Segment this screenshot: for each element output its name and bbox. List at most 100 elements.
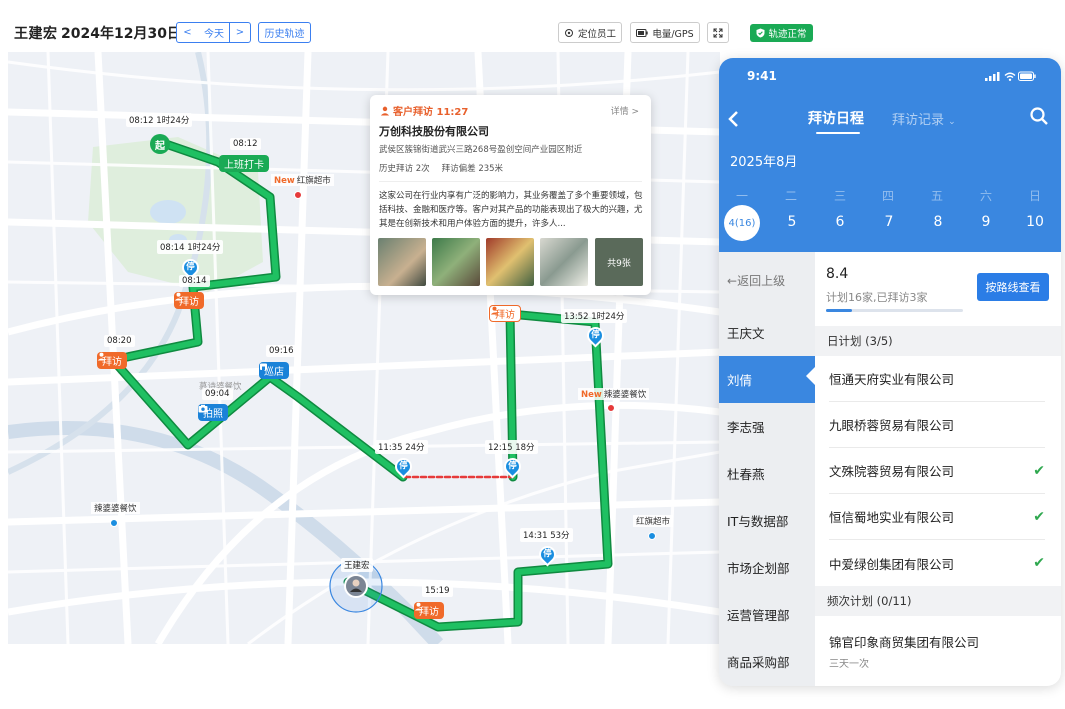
- tab-visit-records[interactable]: 拜访记录 ⌄: [892, 109, 956, 128]
- stop-1-label: 08:14 1时24分: [157, 240, 224, 254]
- view-by-route-button[interactable]: 按路线查看: [977, 273, 1049, 301]
- clock-in-marker[interactable]: 上班打卡: [219, 155, 269, 172]
- calendar-day-selected[interactable]: 4(16): [724, 205, 760, 241]
- battery-icon: [636, 28, 649, 37]
- plan-progress-bar: [826, 309, 963, 312]
- visit-1-time-label: 08:14: [179, 275, 210, 287]
- tab-indicator: [816, 132, 860, 134]
- frequency-plan-header: 频次计划 (0/11): [815, 586, 1061, 616]
- tab-visit-schedule[interactable]: 拜访日程: [808, 108, 864, 128]
- schedule-content: 8.4 计划16家,已拜访3家 按路线查看 日计划 (3/5) 恒通天府实业有限…: [806, 252, 1061, 686]
- sidebar-item-selected[interactable]: 刘倩: [719, 356, 815, 403]
- calendar-day[interactable]: 9: [968, 214, 1004, 230]
- visit-marker-2[interactable]: 拜访: [97, 352, 127, 369]
- patrol-marker[interactable]: 巡店: [259, 362, 289, 379]
- sidebar-item[interactable]: 杜春燕: [719, 450, 815, 497]
- calendar-day[interactable]: 7: [871, 214, 907, 230]
- sidebar-item[interactable]: IT与数据部: [719, 497, 815, 544]
- popup-company: 万创科技股份有限公司: [379, 125, 489, 138]
- weekday: 四: [881, 189, 894, 203]
- history-track-button[interactable]: 历史轨迹: [258, 22, 311, 43]
- visit-marker-1[interactable]: 拜访: [174, 292, 204, 309]
- visit-photo[interactable]: [540, 238, 588, 286]
- weekday: 二: [784, 189, 797, 203]
- visit-photo[interactable]: [378, 238, 426, 286]
- weekday: 日: [1028, 189, 1041, 203]
- person-icon: [380, 106, 390, 115]
- more-photos-button[interactable]: 共9张: [595, 238, 643, 286]
- start-marker[interactable]: 起: [150, 134, 170, 154]
- visit-popup[interactable]: 客户拜访 11:27 详情 > 万创科技股份有限公司 武侯区簇锦街道武兴三路26…: [370, 95, 651, 295]
- date-title: 2024年12月30日: [61, 26, 181, 42]
- locate-employee-button[interactable]: 定位员工: [558, 22, 622, 43]
- plan-progress-fill: [826, 309, 853, 312]
- check-icon: ✔: [1033, 462, 1045, 479]
- company-item[interactable]: 恒通天府实业有限公司: [829, 356, 1045, 402]
- mobile-preview: 9:41 拜访日程 拜访记录 ⌄ 2025年8月 一 二 三 四 五 六 日 4: [719, 58, 1061, 686]
- calendar-day[interactable]: 8: [920, 214, 956, 230]
- photo-marker[interactable]: 拍照: [198, 404, 228, 421]
- poi-hongqi-2[interactable]: 红旗超市: [633, 515, 674, 527]
- visit-photo[interactable]: [486, 238, 534, 286]
- popup-header: 客户拜访 11:27: [380, 103, 468, 118]
- next-day-button[interactable]: >: [229, 22, 251, 43]
- start-time-label: 08:12 1时24分: [126, 113, 193, 127]
- popup-address: 武侯区簇锦街道武兴三路268号盈创空间产业园区附近: [379, 145, 583, 155]
- fullscreen-button[interactable]: [707, 22, 729, 43]
- visit-marker-end[interactable]: 拜访: [414, 602, 444, 619]
- frequency-note: 三天一次: [829, 659, 869, 670]
- employee-map-label: 王建宏: [341, 558, 373, 572]
- today-button[interactable]: 今天: [198, 22, 230, 43]
- frequency-company-item[interactable]: 锦官印象商贸集团有限公司: [829, 632, 979, 651]
- calendar-day[interactable]: 5: [774, 214, 810, 230]
- stop-1352-label: 13:52 1时24分: [561, 309, 628, 323]
- stop-1215-label: 12:15 18分: [485, 440, 538, 454]
- sidebar-back-button[interactable]: ← 返回上级: [719, 252, 815, 309]
- calendar-day[interactable]: 10: [1017, 214, 1053, 230]
- power-gps-button[interactable]: 电量/GPS: [630, 22, 700, 43]
- person-icon: [97, 352, 106, 361]
- status-badge: 轨迹正常: [750, 24, 813, 42]
- check-icon: ✔: [1033, 508, 1045, 525]
- selection-pointer: [806, 366, 816, 386]
- popup-detail-link[interactable]: 详情 >: [611, 104, 639, 117]
- poi-pin-red-2: [607, 404, 615, 412]
- sidebar-item[interactable]: 市场企划部: [719, 544, 815, 591]
- arrow-left-icon: ←: [727, 273, 738, 288]
- patrol-time-label: 09:16: [266, 345, 297, 357]
- company-item[interactable]: 九眼桥蓉贸易有限公司: [829, 402, 1045, 448]
- sidebar-item[interactable]: 运营管理部: [719, 591, 815, 638]
- stop-1431-label: 14:31 53分: [520, 528, 573, 542]
- sidebar-item[interactable]: 商品采购部: [719, 638, 815, 685]
- phone-header: 9:41 拜访日程 拜访记录 ⌄ 2025年8月 一 二 三 四 五 六 日 4: [719, 58, 1061, 252]
- company-item[interactable]: 中爱绿创集团有限公司 ✔: [829, 540, 1045, 586]
- signal-wifi-battery-icon: [985, 71, 1036, 81]
- shield-check-icon: [756, 28, 765, 38]
- search-icon[interactable]: [1029, 106, 1049, 130]
- calendar-day[interactable]: 6: [822, 214, 858, 230]
- status-time: 9:41: [747, 69, 777, 83]
- sidebar-item[interactable]: 王庆文: [719, 309, 815, 356]
- divider: [379, 181, 642, 182]
- expand-icon: [713, 28, 723, 37]
- poi-lapo-1[interactable]: New 辣婆婆餐饮: [578, 388, 650, 400]
- sidebar-item[interactable]: 李志强: [719, 403, 815, 450]
- company-item[interactable]: 文殊院蓉贸易有限公司 ✔: [829, 448, 1045, 494]
- company-item[interactable]: 恒信蜀地实业有限公司 ✔: [829, 494, 1045, 540]
- stop-1135-label: 11:35 24分: [375, 440, 428, 454]
- poi-pin-red: [294, 191, 302, 199]
- back-icon[interactable]: [727, 109, 741, 133]
- visit-photo[interactable]: [432, 238, 480, 286]
- popup-stats: 历史拜访 2次 拜访偏差 235米: [379, 162, 503, 174]
- target-icon: [564, 28, 573, 37]
- poi-pin-blue: [110, 519, 118, 527]
- photo-time-label: 09:04: [202, 388, 233, 400]
- poi-hongqi-1[interactable]: New 红旗超市: [271, 174, 334, 186]
- calendar-month: 2025年8月: [730, 155, 798, 170]
- person-icon: [490, 306, 499, 315]
- poi-lapo-2[interactable]: 辣婆婆餐饮: [91, 502, 140, 514]
- visit-marker-popup[interactable]: 拜访: [489, 305, 521, 322]
- prev-day-button[interactable]: <: [176, 22, 199, 43]
- plan-summary: 计划16家,已拜访3家: [826, 291, 928, 304]
- weekday: 一: [735, 189, 748, 203]
